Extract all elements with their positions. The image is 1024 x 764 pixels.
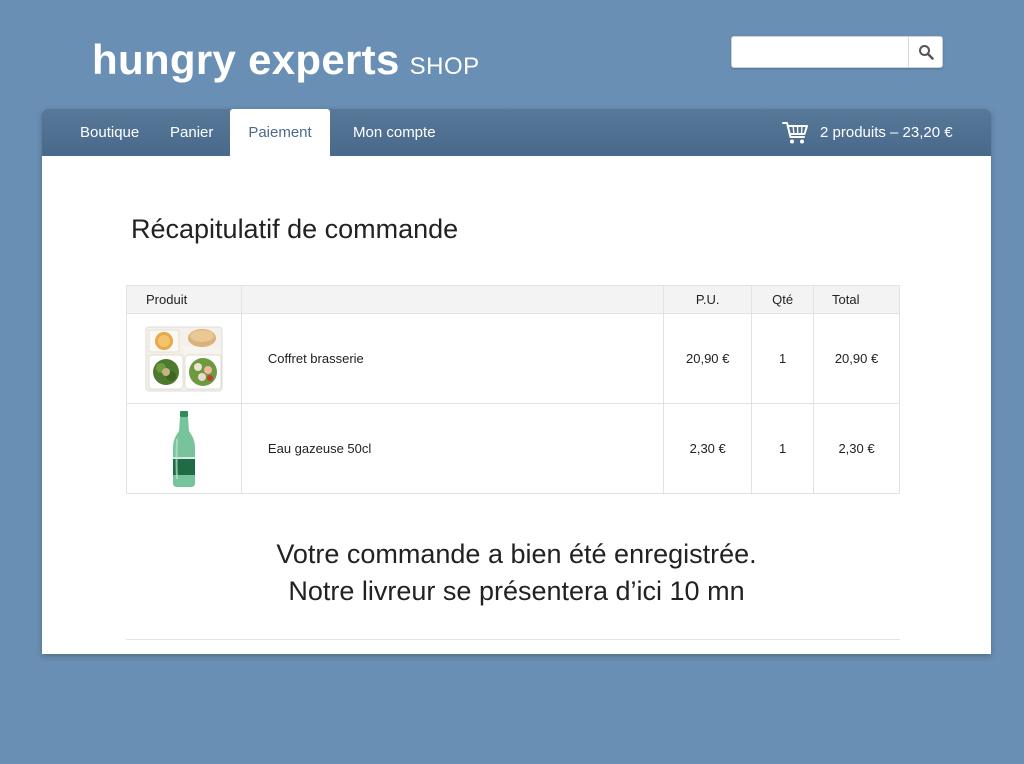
table-row: Coffret brasserie 20,90 € 1 20,90 € <box>126 313 900 404</box>
page-title: Récapitulatif de commande <box>131 214 459 244</box>
product-name: Coffret brasserie <box>240 313 665 404</box>
search-button[interactable] <box>908 37 942 67</box>
cart-summary[interactable]: 2 produits – 23,20 € <box>782 109 953 156</box>
main-panel: Boutique Panier Paiement Mon compte 2 pr… <box>42 109 991 654</box>
product-name: Eau gazeuse 50cl <box>240 403 665 494</box>
search-icon <box>918 45 934 60</box>
column-header-name <box>240 285 665 314</box>
search-box <box>731 36 943 68</box>
confirmation-message-line1: Votre commande a bien été enregistrée. <box>276 539 757 569</box>
table-header-row: Produit P.U. Qté Total <box>126 285 900 314</box>
search-input[interactable] <box>732 37 908 67</box>
table-row: Eau gazeuse 50cl 2,30 € 1 2,30 € <box>126 403 900 494</box>
divider <box>126 639 900 640</box>
product-total: 2,30 € <box>813 403 900 494</box>
product-image-cell <box>126 403 242 494</box>
column-header-qty: Qté <box>751 285 815 314</box>
salad-box-thumbnail <box>145 326 223 391</box>
product-qty: 1 <box>751 313 815 404</box>
brand-shop-label: SHOP <box>409 53 480 80</box>
cart-icon <box>782 121 808 143</box>
product-qty: 1 <box>751 403 815 494</box>
product-image-cell <box>126 313 242 404</box>
column-header-total: Total <box>813 285 900 314</box>
water-bottle-thumbnail <box>172 410 195 487</box>
product-unit-price: 20,90 € <box>663 313 753 404</box>
nav-item-panier[interactable]: Panier <box>170 109 213 156</box>
cart-summary-text: 2 produits – 23,20 € <box>820 124 953 141</box>
column-header-product: Produit <box>126 285 242 314</box>
brand-logo[interactable]: hungry experts SHOP <box>92 36 480 84</box>
navbar: Boutique Panier Paiement Mon compte 2 pr… <box>42 109 991 157</box>
product-total: 20,90 € <box>813 313 900 404</box>
column-header-unit-price: P.U. <box>663 285 753 314</box>
confirmation-message-line2: Notre livreur se présentera d’ici 10 mn <box>288 576 745 606</box>
product-unit-price: 2,30 € <box>663 403 753 494</box>
nav-item-mon-compte[interactable]: Mon compte <box>353 109 436 156</box>
order-table: Produit P.U. Qté Total Coffret brasserie… <box>126 285 900 494</box>
nav-item-paiement[interactable]: Paiement <box>230 109 330 157</box>
nav-item-boutique[interactable]: Boutique <box>80 109 139 156</box>
brand-name: hungry experts <box>92 36 400 83</box>
